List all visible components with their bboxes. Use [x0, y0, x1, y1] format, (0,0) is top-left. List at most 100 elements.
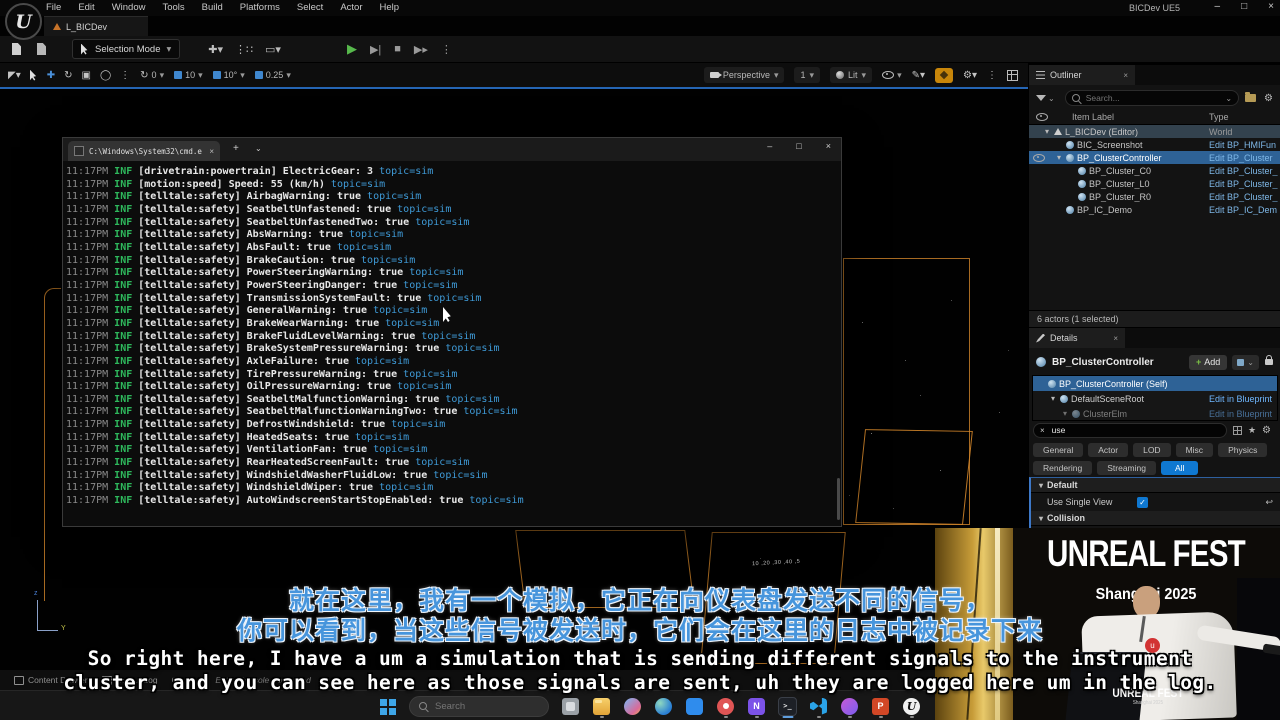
- reset-property-icon[interactable]: ↩: [1265, 497, 1273, 508]
- terminal-close-button[interactable]: ×: [826, 141, 831, 151]
- filter-chip-lod[interactable]: LOD: [1133, 443, 1170, 457]
- tab-level[interactable]: L_BICDev: [44, 16, 148, 36]
- show-dropdown[interactable]: ▾: [882, 70, 902, 81]
- filter-chip-rendering[interactable]: Rendering: [1033, 461, 1092, 475]
- filter-icon[interactable]: [1036, 95, 1046, 101]
- copilot-icon[interactable]: [623, 693, 642, 719]
- outliner-search[interactable]: ⌄: [1065, 90, 1239, 106]
- play-button[interactable]: ▶: [347, 41, 357, 57]
- vscode-icon[interactable]: [809, 693, 828, 719]
- location-snap[interactable]: 10▾: [174, 70, 203, 81]
- expander-icon[interactable]: ▾: [1061, 409, 1069, 418]
- more-icon[interactable]: ⋮: [120, 70, 130, 81]
- lit-dropdown[interactable]: Lit▾: [830, 67, 872, 83]
- selection-mode-dropdown[interactable]: Selection Mode ▾: [72, 39, 180, 59]
- menu-item-edit[interactable]: Edit: [78, 2, 94, 13]
- outliner-settings-icon[interactable]: ⚙: [1264, 93, 1273, 104]
- task-view-icon[interactable]: [561, 693, 580, 719]
- rotate-tool-icon[interactable]: ↻: [64, 70, 72, 81]
- terminal-tab-close-icon[interactable]: ×: [209, 147, 214, 156]
- tab-outliner[interactable]: Outliner ×: [1029, 65, 1135, 85]
- start-button-icon[interactable]: [380, 699, 387, 706]
- menu-item-tools[interactable]: Tools: [162, 2, 184, 13]
- world-coord-icon[interactable]: ◯: [100, 70, 111, 81]
- perspective-dropdown[interactable]: Perspective▾: [704, 67, 785, 83]
- cinematics-icon[interactable]: ▭▾: [265, 43, 281, 56]
- frame-skip-button[interactable]: ▶|: [370, 43, 381, 56]
- tab-details[interactable]: Details ×: [1029, 328, 1125, 348]
- outliner-row[interactable]: ▾BP_ClusterControllerEdit BP_Cluster: [1029, 151, 1280, 164]
- filter-chip-actor[interactable]: Actor: [1088, 443, 1128, 457]
- display-filter-icon[interactable]: [1233, 426, 1242, 435]
- details-close-icon[interactable]: ×: [1113, 334, 1118, 343]
- filter-chip-general[interactable]: General: [1033, 443, 1083, 457]
- surface-snap[interactable]: ↻ 0▾: [140, 70, 164, 81]
- filter-chip-streaming[interactable]: Streaming: [1097, 461, 1156, 475]
- add-actor-icon[interactable]: ✚▾: [208, 43, 223, 56]
- component-row[interactable]: BP_ClusterController (Self): [1033, 376, 1277, 391]
- tab-dropdown-icon[interactable]: ⌄: [255, 144, 262, 153]
- maximize-button[interactable]: □: [1241, 1, 1247, 12]
- expander-icon[interactable]: ▾: [1055, 153, 1063, 162]
- terminal-maximize-button[interactable]: □: [796, 141, 801, 151]
- move-tool-icon[interactable]: ✚: [47, 70, 55, 81]
- filter-chip-misc[interactable]: Misc: [1176, 443, 1213, 457]
- details-search[interactable]: ×: [1033, 423, 1227, 438]
- store-icon[interactable]: [685, 693, 704, 719]
- clipchamp-icon[interactable]: [840, 693, 859, 719]
- brush-icon[interactable]: ✎▾: [912, 70, 925, 81]
- game-view-active-icon[interactable]: [935, 68, 953, 83]
- new-tab-button[interactable]: +: [233, 143, 239, 154]
- blueprints-icon[interactable]: ⋮∷: [235, 43, 253, 56]
- outliner-row[interactable]: ▾L_BICDev (Editor)World: [1029, 125, 1280, 138]
- blueprint-edit-dropdown[interactable]: ⌄: [1232, 355, 1259, 370]
- actor-type-link[interactable]: Edit BP_Cluster_: [1209, 179, 1280, 189]
- menu-item-window[interactable]: Window: [112, 2, 146, 13]
- visibility-eye-icon[interactable]: [1033, 154, 1045, 162]
- file-explorer-icon[interactable]: [592, 693, 611, 719]
- scalability-dropdown[interactable]: 1▾: [794, 67, 820, 83]
- menu-item-file[interactable]: File: [46, 2, 61, 13]
- lock-icon[interactable]: [1265, 359, 1273, 365]
- component-row[interactable]: ▾ClusterElmEdit in Blueprint: [1033, 406, 1277, 421]
- outliner-row[interactable]: BP_IC_DemoEdit BP_IC_Dem: [1029, 203, 1280, 216]
- clear-search-icon[interactable]: ×: [1040, 426, 1045, 435]
- menu-item-select[interactable]: Select: [297, 2, 323, 13]
- close-button[interactable]: ×: [1268, 1, 1274, 12]
- actor-type-link[interactable]: Edit BP_Cluster_: [1209, 166, 1280, 176]
- unreal-icon[interactable]: U: [902, 693, 921, 719]
- menu-item-help[interactable]: Help: [380, 2, 400, 13]
- add-component-button[interactable]: + Add: [1189, 355, 1227, 370]
- app-red-icon[interactable]: [716, 693, 735, 719]
- viewport-options-icon[interactable]: ◤▾: [8, 70, 21, 81]
- terminal-tab[interactable]: C:\Windows\System32\cmd.e ×: [68, 141, 220, 161]
- viewport-settings-icon[interactable]: ⚙▾: [963, 70, 977, 81]
- actor-type-link[interactable]: Edit BP_Cluster_: [1209, 192, 1280, 202]
- scale-tool-icon[interactable]: ▣: [82, 70, 91, 81]
- select-tool-icon[interactable]: [30, 70, 38, 81]
- filter-chip-physics[interactable]: Physics: [1218, 443, 1267, 457]
- terminal-window[interactable]: C:\Windows\System32\cmd.e × + ⌄ – □ × 11…: [62, 137, 842, 527]
- maximize-viewport-icon[interactable]: [1007, 70, 1018, 81]
- outliner-row[interactable]: BP_Cluster_R0Edit BP_Cluster_: [1029, 190, 1280, 203]
- outliner-row[interactable]: BP_Cluster_C0Edit BP_Cluster_: [1029, 164, 1280, 177]
- menu-item-actor[interactable]: Actor: [340, 2, 362, 13]
- terminal-titlebar[interactable]: C:\Windows\System32\cmd.e × + ⌄ – □ ×: [63, 138, 841, 161]
- terminal-minimize-button[interactable]: –: [767, 141, 772, 151]
- details-search-input[interactable]: [1050, 424, 1220, 436]
- app-purple-icon[interactable]: N: [747, 693, 766, 719]
- terminal-scrollbar[interactable]: [837, 478, 840, 520]
- use-single-view-checkbox[interactable]: ✓: [1137, 497, 1148, 508]
- details-settings-icon[interactable]: ⚙: [1262, 425, 1271, 436]
- stop-button[interactable]: ■: [394, 43, 401, 55]
- viewport-more-icon[interactable]: ⋮: [987, 70, 997, 81]
- folder-icon[interactable]: [1245, 94, 1256, 102]
- actor-type-link[interactable]: Edit BP_HMIFun: [1209, 140, 1280, 150]
- outliner-row[interactable]: BP_Cluster_L0Edit BP_Cluster_: [1029, 177, 1280, 190]
- actor-type-link[interactable]: Edit BP_IC_Dem: [1209, 205, 1280, 215]
- component-row[interactable]: ▾DefaultSceneRootEdit in Blueprint: [1033, 391, 1277, 406]
- taskbar-search[interactable]: [409, 696, 549, 717]
- minimize-button[interactable]: –: [1215, 1, 1221, 12]
- favorites-icon[interactable]: ★: [1248, 425, 1256, 436]
- menu-item-build[interactable]: Build: [202, 2, 223, 13]
